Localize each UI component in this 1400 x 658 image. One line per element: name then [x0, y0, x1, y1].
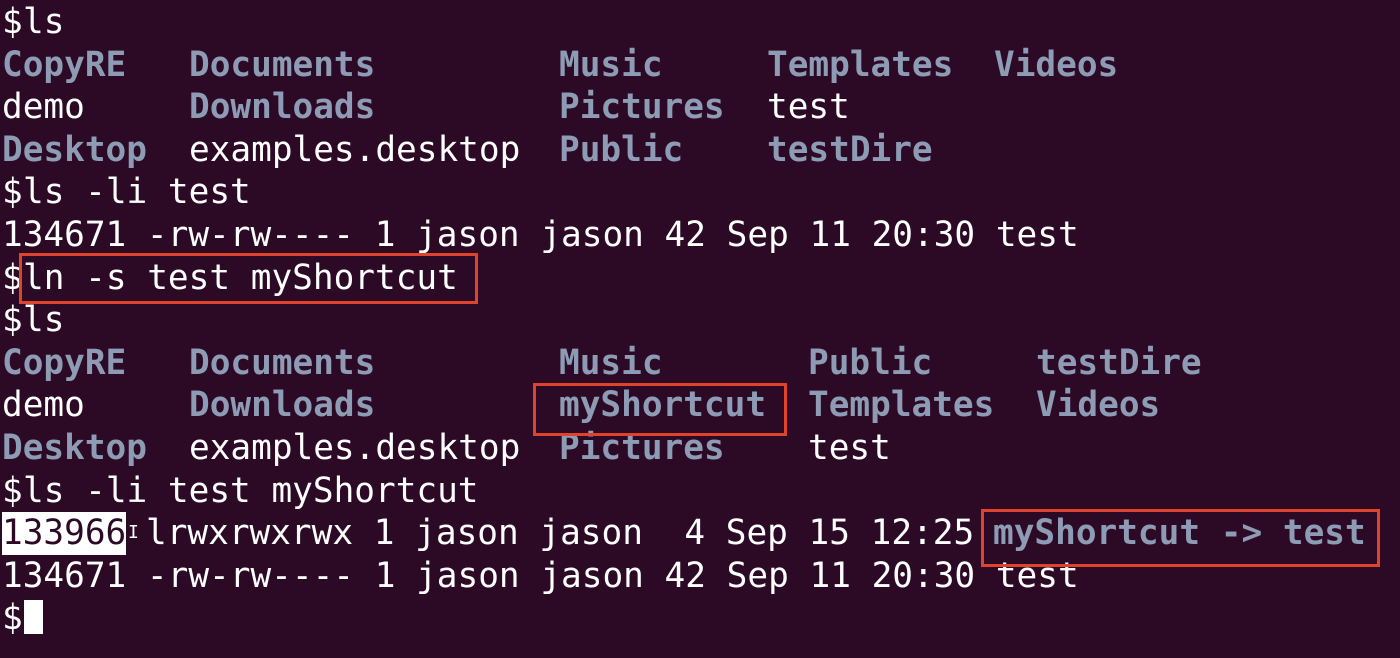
dir-entry: Videos [994, 44, 1119, 85]
dir-entry: testDire [1036, 342, 1202, 383]
prompt-line: $ ls -li test [0, 171, 1400, 214]
dir-entry: CopyRE [2, 342, 127, 383]
command-text: ls [23, 300, 65, 341]
highlight-box-symlink-target [981, 509, 1380, 567]
file-entry: examples.desktop [189, 427, 521, 468]
dir-entry: Documents [189, 342, 376, 383]
prompt-line[interactable]: $ [0, 597, 1400, 640]
command-text: ls -li test [23, 172, 251, 213]
prompt-line: $ ls [0, 1, 1400, 44]
file-entry: test [767, 87, 850, 128]
prompt-line: $ ls -li test myShortcut [0, 470, 1400, 513]
file-entry: demo [2, 385, 85, 426]
ls-output-row: Desktop examples.desktop Public testDire [0, 129, 1400, 172]
long-listing-line: 134671 -rw-rw---- 1 jason jason 42 Sep 1… [2, 214, 1079, 255]
dir-entry: Music [559, 44, 663, 85]
dir-entry: Public [559, 129, 684, 170]
text-cursor-icon: I [128, 522, 139, 544]
file-entry: demo [2, 87, 85, 128]
dir-entry: Desktop [2, 129, 147, 170]
ls-long-output: 134671 -rw-rw---- 1 jason jason 42 Sep 1… [0, 214, 1400, 257]
terminal-window[interactable]: $ ls CopyRE Documents Music Templates Vi… [0, 0, 1400, 658]
prompt-line: $ ls [0, 299, 1400, 342]
ls-output-row: demo Downloads Pictures test [0, 86, 1400, 129]
ls-output-row: CopyRE Documents Music Templates Videos [0, 44, 1400, 87]
selected-inode[interactable]: 133966 [2, 512, 127, 555]
prompt-symbol: $ [2, 2, 23, 42]
file-entry: examples.desktop [189, 129, 521, 170]
highlight-box-ln-command [19, 253, 478, 304]
file-entry: test [808, 427, 891, 468]
prompt-symbol: $ [2, 598, 23, 639]
ls-output-row: CopyRE Documents Music Public testDire [0, 342, 1400, 385]
prompt-symbol: $ [2, 172, 23, 213]
command-text: ls [23, 2, 65, 42]
prompt-symbol: $ [2, 470, 23, 511]
block-cursor [23, 597, 43, 640]
highlight-box-symlink-entry [533, 383, 787, 436]
dir-entry: Desktop [2, 427, 147, 468]
dir-entry: Music [559, 342, 663, 383]
long-listing-line: 134671 -rw-rw---- 1 jason jason 42 Sep 1… [2, 555, 1079, 596]
dir-entry: testDire [767, 129, 933, 170]
dir-entry: Videos [1036, 385, 1161, 426]
dir-entry: Downloads [189, 87, 376, 128]
dir-entry: Public [808, 342, 933, 383]
link-metadata: lrwxrwxrwx 1 jason jason 4 Sep 15 12:25 [146, 513, 975, 554]
prompt-symbol: $ [2, 300, 23, 341]
dir-entry: CopyRE [2, 44, 127, 85]
dir-entry: Pictures [559, 87, 725, 128]
dir-entry: Documents [189, 44, 376, 85]
dir-entry: Downloads [189, 385, 376, 426]
dir-entry: Templates [767, 44, 954, 85]
dir-entry: Templates [808, 385, 995, 426]
command-text: ls -li test myShortcut [23, 470, 479, 511]
